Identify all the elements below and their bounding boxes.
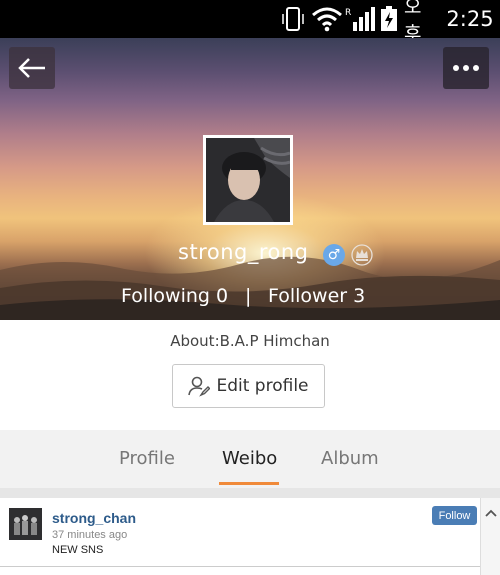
follow-stats: Following 0 | Follower 3 bbox=[0, 283, 500, 313]
username-row: strong_rong ♂ bbox=[0, 238, 500, 272]
arrow-left-icon bbox=[18, 58, 45, 78]
male-icon: ♂ bbox=[323, 244, 345, 266]
post-bottom-divider bbox=[0, 566, 480, 567]
signal-icon: R bbox=[345, 6, 375, 32]
follower-count[interactable]: Follower 3 bbox=[268, 285, 365, 307]
post-username[interactable]: strong_chan bbox=[52, 510, 136, 526]
tab-weibo[interactable]: Weibo bbox=[222, 448, 277, 469]
profile-tabs: Profile Weibo Album bbox=[0, 430, 500, 488]
following-count[interactable]: Following 0 bbox=[121, 285, 228, 307]
post-timestamp: 37 minutes ago bbox=[52, 529, 128, 541]
profile-avatar[interactable] bbox=[203, 135, 293, 225]
crown-icon bbox=[351, 244, 373, 266]
tab-album[interactable]: Album bbox=[321, 448, 379, 469]
battery-charging-icon bbox=[378, 6, 400, 32]
status-lang-text: 오후 bbox=[404, 0, 422, 45]
chevron-up-icon[interactable] bbox=[484, 508, 498, 518]
profile-screen: R 오후 2:25 strong_rong ♂ Following 0 | Fo… bbox=[0, 0, 500, 575]
tab-profile[interactable]: Profile bbox=[119, 448, 175, 469]
scrollbar[interactable] bbox=[480, 498, 500, 575]
more-dots-icon bbox=[453, 65, 479, 71]
post-avatar[interactable] bbox=[9, 508, 42, 540]
about-text: About:B.A.P Himchan bbox=[170, 332, 330, 350]
stats-separator: | bbox=[245, 285, 252, 307]
more-button[interactable] bbox=[443, 47, 489, 89]
wifi-icon bbox=[311, 6, 343, 32]
edit-profile-button[interactable]: Edit profile bbox=[172, 364, 325, 408]
active-tab-indicator bbox=[219, 482, 279, 485]
post-content: NEW SNS bbox=[52, 544, 104, 556]
profile-banner: strong_rong ♂ Following 0 | Follower 3 bbox=[0, 38, 500, 320]
status-bar: R 오후 2:25 bbox=[0, 0, 500, 45]
follow-button[interactable]: Follow bbox=[432, 506, 477, 525]
section-divider bbox=[0, 488, 500, 498]
profile-username: strong_rong bbox=[178, 240, 309, 264]
svg-text:R: R bbox=[345, 8, 351, 18]
avatar-photo bbox=[206, 138, 290, 222]
edit-profile-label: Edit profile bbox=[216, 376, 309, 396]
feed-post: strong_chan 37 minutes ago NEW SNS Follo… bbox=[0, 498, 500, 575]
user-edit-icon bbox=[188, 376, 211, 397]
status-time: 2:25 bbox=[446, 7, 494, 31]
phone-vibrate-icon bbox=[282, 6, 304, 32]
back-button[interactable] bbox=[9, 47, 55, 89]
